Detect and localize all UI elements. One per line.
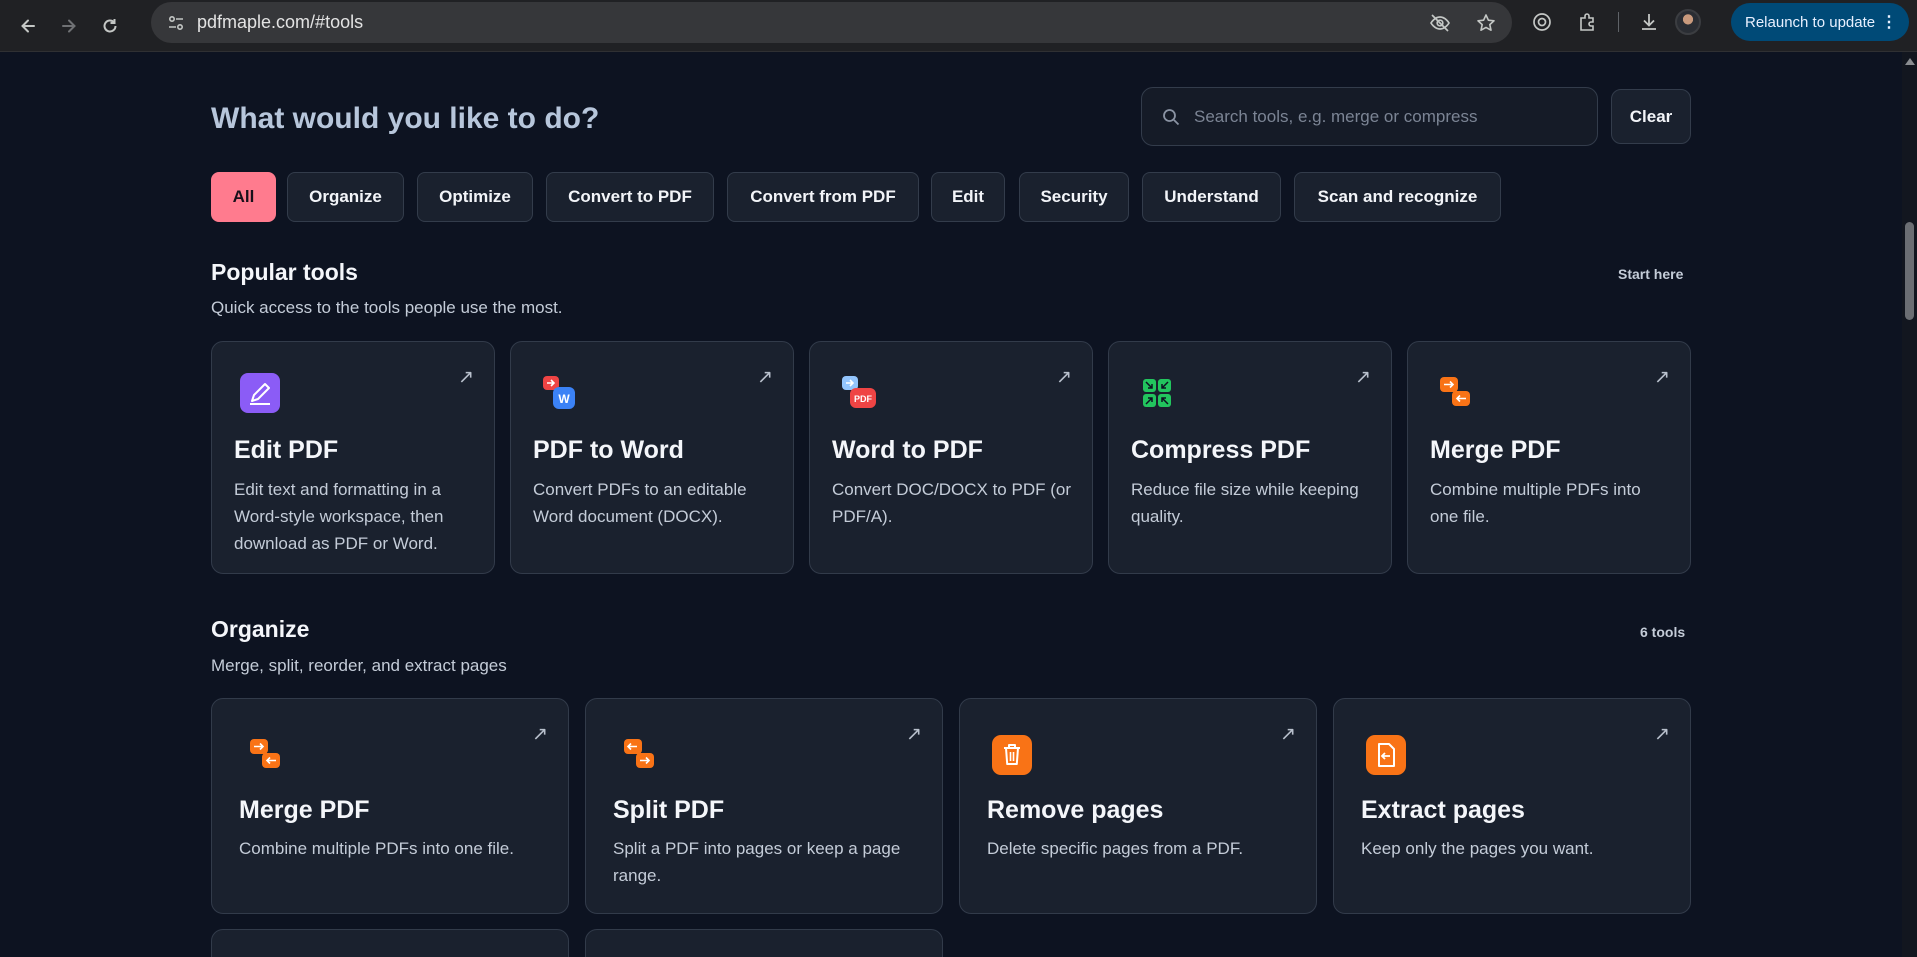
- filter-chip-convert-from-pdf[interactable]: Convert from PDF: [727, 172, 919, 222]
- more-menu-icon[interactable]: ⋮: [1881, 12, 1897, 32]
- tool-card-partial[interactable]: [211, 929, 569, 957]
- toolbar-separator: [1618, 12, 1619, 32]
- filter-chip-optimize[interactable]: Optimize: [417, 172, 533, 222]
- tool-card-partial[interactable]: [585, 929, 943, 957]
- reload-icon: [103, 18, 117, 32]
- relaunch-label: Relaunch to update: [1745, 13, 1876, 31]
- tool-search-box[interactable]: [1141, 87, 1598, 146]
- page-scrollbar-track[interactable]: [1902, 52, 1917, 957]
- relaunch-to-update-button[interactable]: Relaunch to update ⋮: [1731, 3, 1909, 41]
- edit-pdf-icon: [240, 373, 280, 413]
- back-button[interactable]: [10, 8, 46, 44]
- tool-card-compress-pdf[interactable]: ↗ Compress PDF Reduce file size while ke…: [1108, 341, 1392, 574]
- tool-card-merge-pdf-popular[interactable]: ↗ Merge PDF Combine multiple PDFs into o…: [1407, 341, 1691, 574]
- filter-chip-understand[interactable]: Understand: [1142, 172, 1281, 222]
- popular-tools-subtitle: Quick access to the tools people use the…: [211, 298, 563, 317]
- filter-chip-organize[interactable]: Organize: [287, 172, 404, 222]
- organize-subtitle: Merge, split, reorder, and extract pages: [211, 656, 507, 675]
- trash-icon: [992, 735, 1032, 775]
- forward-button[interactable]: [51, 8, 87, 44]
- popular-tools-heading: Popular tools: [211, 259, 358, 285]
- tool-card-description: Delete specific pages from a PDF.: [987, 839, 1244, 858]
- tool-card-title: Merge PDF: [239, 796, 370, 824]
- open-arrow-icon: ↗: [458, 367, 474, 388]
- scroll-up-icon[interactable]: [1905, 58, 1915, 65]
- open-arrow-icon: ↗: [757, 367, 773, 388]
- organize-tool-count: 6 tools: [1640, 624, 1686, 640]
- address-bar[interactable]: pdfmaple.com/#tools: [151, 2, 1512, 43]
- tool-card-title: Word to PDF: [832, 436, 983, 464]
- eye-off-icon[interactable]: [1428, 11, 1452, 35]
- organize-heading: Organize: [211, 616, 310, 642]
- url-text: pdfmaple.com/#tools: [197, 12, 364, 32]
- open-arrow-icon: ↗: [1056, 367, 1072, 388]
- svg-text:W: W: [558, 392, 570, 406]
- page-scrollbar-thumb[interactable]: [1905, 222, 1914, 320]
- split-icon: [624, 739, 654, 768]
- tool-card-edit-pdf[interactable]: ↗ Edit PDF Edit text and formatting in a…: [211, 341, 495, 574]
- search-icon: [1162, 107, 1182, 127]
- open-arrow-icon: ↗: [906, 724, 922, 745]
- svg-text:PDF: PDF: [854, 394, 873, 404]
- extensions-puzzle-icon[interactable]: [1576, 10, 1600, 34]
- open-arrow-icon: ↗: [1654, 724, 1670, 745]
- tool-card-title: Merge PDF: [1430, 436, 1561, 464]
- tool-card-extract-pages[interactable]: ↗ Extract pages Keep only the pages you …: [1333, 698, 1691, 914]
- open-arrow-icon: ↗: [1654, 367, 1670, 388]
- filter-chip-security[interactable]: Security: [1019, 172, 1129, 222]
- tool-card-pdf-to-word[interactable]: ↗ W PDF to Word Convert PDFs to an edita…: [510, 341, 794, 574]
- profile-avatar[interactable]: [1675, 9, 1701, 35]
- back-arrow-icon: [21, 19, 35, 32]
- filter-chip-convert-to-pdf[interactable]: Convert to PDF: [546, 172, 714, 222]
- tool-card-description: Combine multiple PDFs into one file.: [1430, 480, 1641, 526]
- tool-card-title: Split PDF: [613, 796, 725, 824]
- tool-card-title: PDF to Word: [533, 436, 684, 464]
- tool-card-remove-pages[interactable]: ↗ Remove pages Delete specific pages fro…: [959, 698, 1317, 914]
- tool-card-description: Split a PDF into pages or keep a page ra…: [613, 839, 901, 885]
- tool-card-word-to-pdf[interactable]: ↗ PDF Word to PDF Convert DOC/DOCX to PD…: [809, 341, 1093, 574]
- merge-icon: [1440, 377, 1470, 406]
- filter-chip-all[interactable]: All: [211, 172, 276, 222]
- open-arrow-icon: ↗: [1355, 367, 1371, 388]
- browser-toolbar: pdfmaple.com/#tools Relaunch to update ⋮: [0, 0, 1917, 52]
- bookmark-star-icon[interactable]: [1474, 11, 1498, 35]
- tool-card-description: Convert DOC/DOCX to PDF (or PDF/A).: [832, 480, 1071, 526]
- compress-icon: [1143, 379, 1171, 407]
- tool-card-title: Extract pages: [1361, 796, 1525, 824]
- tool-card-title: Remove pages: [987, 796, 1164, 824]
- tool-card-description: Reduce file size while keeping quality.: [1131, 480, 1359, 526]
- reload-button[interactable]: [92, 8, 128, 44]
- forward-arrow-icon: [62, 19, 76, 32]
- tool-card-merge-pdf[interactable]: ↗ Merge PDF Combine multiple PDFs into o…: [211, 698, 569, 914]
- extract-icon: [1366, 735, 1406, 775]
- word-to-pdf-icon: PDF: [842, 376, 876, 408]
- open-arrow-icon: ↗: [1280, 724, 1296, 745]
- pdf-to-word-icon: W: [543, 376, 575, 409]
- download-icon[interactable]: [1637, 10, 1661, 34]
- tool-card-description: Convert PDFs to an editable Word documen…: [533, 480, 747, 526]
- search-input[interactable]: [1194, 106, 1574, 127]
- merge-icon: [250, 739, 280, 768]
- clear-search-button[interactable]: Clear: [1611, 89, 1691, 144]
- start-here-label: Start here: [1618, 266, 1684, 282]
- tool-card-title: Edit PDF: [234, 436, 339, 464]
- open-arrow-icon: ↗: [532, 724, 548, 745]
- openai-extension-icon[interactable]: [1530, 10, 1554, 34]
- tool-card-split-pdf[interactable]: ↗ Split PDF Split a PDF into pages or ke…: [585, 698, 943, 914]
- tool-card-description: Keep only the pages you want.: [1361, 839, 1594, 858]
- tool-card-description: Combine multiple PDFs into one file.: [239, 839, 514, 858]
- filter-chip-edit[interactable]: Edit: [931, 172, 1005, 222]
- tool-card-description: Edit text and formatting in a Word-style…: [234, 480, 444, 553]
- filter-chip-scan-and-recognize[interactable]: Scan and recognize: [1294, 172, 1501, 222]
- tool-card-title: Compress PDF: [1131, 436, 1311, 464]
- page-headline: What would you like to do?: [211, 102, 600, 135]
- site-settings-icon[interactable]: [165, 12, 187, 34]
